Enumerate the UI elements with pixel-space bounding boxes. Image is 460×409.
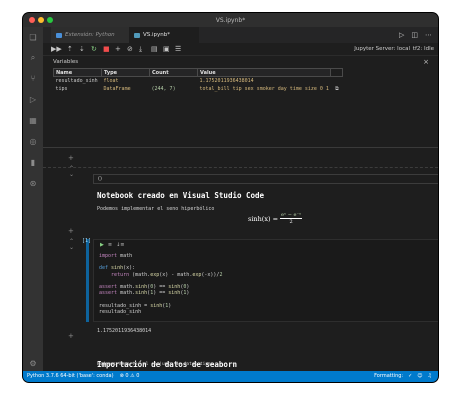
expand-chevron-icon[interactable]: ⌄ bbox=[69, 244, 74, 251]
code-editor[interactable]: import math def sinh(x): return (math.ex… bbox=[99, 253, 222, 315]
run-cell-icon[interactable]: ▶ bbox=[100, 242, 104, 248]
notebook-toolbar: ▶▶ ⇡ ⇣ ↻ ■ + ⊘ ⤓ ▤ ▣ ☰ Jupyter Server: l… bbox=[43, 43, 438, 56]
add-cell-icon[interactable]: + bbox=[68, 332, 74, 340]
var-count: (244, 7) bbox=[151, 85, 176, 92]
section-paragraph: Podemos importar el conjunto de datos ti… bbox=[97, 362, 211, 367]
var-value: 1.1752011936438014 bbox=[199, 77, 254, 84]
var-value: total_bill tip sex smoker day time size … bbox=[199, 85, 329, 92]
column-header[interactable]: Name bbox=[53, 68, 102, 77]
minimize-button[interactable] bbox=[38, 17, 44, 23]
variables-table: Name Type Count Value resultado_sinh flo… bbox=[53, 68, 344, 93]
tab-label: VS.ipynb* bbox=[143, 32, 171, 38]
extension-icon bbox=[56, 32, 62, 38]
notebook-icon bbox=[134, 32, 140, 38]
remote-icon[interactable]: ◎ bbox=[28, 137, 38, 147]
table-row[interactable]: resultado_sinh float 1.1752011936438014 bbox=[54, 77, 343, 85]
formula-numerator: eˣ − e⁻ˣ bbox=[280, 212, 303, 219]
open-data-viewer-icon[interactable]: ⧉ bbox=[331, 85, 343, 93]
code-cell[interactable]: ▶ ≡ ↓≡ 🗑 import math def sinh(x): return… bbox=[93, 239, 438, 322]
cell-toolbar: ▶ ≡ ↓≡ bbox=[100, 242, 124, 248]
execution-count: [1] bbox=[82, 238, 92, 244]
add-cell-icon[interactable]: + bbox=[115, 45, 121, 53]
var-action bbox=[331, 77, 343, 85]
variables-title: Variables bbox=[53, 59, 79, 65]
python-interpreter[interactable]: Python 3.7.6 64-bit ('base': conda) bbox=[27, 373, 114, 379]
var-count bbox=[150, 77, 198, 85]
vscode-window: VS.ipynb* ❏ ⌕ ⑂ ▷ ▦ ◎ ▮ ⊛ ⚙ Extensión: P… bbox=[23, 13, 438, 382]
outline-icon[interactable]: ☰ bbox=[175, 45, 181, 53]
source-control-icon[interactable]: ⑂ bbox=[28, 74, 38, 84]
column-header[interactable]: Count bbox=[149, 68, 198, 77]
export-icon[interactable]: ⤓ bbox=[139, 45, 142, 53]
problems-indicator[interactable]: ⊗ 0 ⚠ 0 bbox=[120, 373, 140, 379]
close-icon[interactable]: × bbox=[423, 58, 429, 66]
bookmark-icon[interactable]: ▮ bbox=[28, 158, 38, 168]
extensions-icon[interactable]: ▦ bbox=[28, 116, 38, 126]
interrupt-kernel-icon[interactable]: ■ bbox=[103, 45, 110, 53]
formula-fraction: eˣ − e⁻ˣ 2 bbox=[280, 212, 303, 225]
formatting-status[interactable]: Formatting: bbox=[374, 373, 403, 379]
window-title: VS.ipynb* bbox=[215, 16, 246, 24]
add-cell-icon[interactable]: + bbox=[68, 227, 74, 235]
add-cell-above-icon[interactable]: + bbox=[68, 154, 74, 162]
markdown-placeholder: () bbox=[98, 176, 102, 182]
search-icon[interactable]: ⌕ bbox=[28, 53, 38, 63]
table-header-row: Name Type Count Value bbox=[53, 68, 344, 77]
clear-outputs-icon[interactable]: ⊘ bbox=[127, 45, 133, 53]
restart-kernel-icon[interactable]: ↻ bbox=[91, 45, 97, 53]
markdown-paragraph: Podemos implementar el seno hiperbólico bbox=[97, 206, 215, 212]
active-cell-indicator bbox=[86, 239, 89, 322]
table-row[interactable]: tips DataFrame (244, 7) total_bill tip s… bbox=[54, 85, 343, 93]
variables-icon[interactable]: ▤ bbox=[151, 45, 158, 53]
run-icon[interactable]: ▷ bbox=[399, 31, 404, 39]
status-bar: Python 3.7.6 64-bit ('base': conda) ⊗ 0 … bbox=[23, 371, 438, 382]
run-above-icon[interactable]: ⇡ bbox=[67, 45, 73, 53]
run-below-icon[interactable]: ⇣ bbox=[79, 45, 85, 53]
save-icon[interactable]: ▣ bbox=[163, 45, 170, 53]
more-icon[interactable]: ⋯ bbox=[425, 31, 432, 39]
notebook-editor: + ⌃ ⌄ () 🗑 Notebook creado en Visual Stu… bbox=[43, 149, 438, 371]
kernel-status[interactable]: tf2: Idle bbox=[413, 46, 434, 52]
editor-actions: ▷ ◫ ⋯ bbox=[399, 31, 432, 39]
expand-chevron-icon[interactable]: ⌄ bbox=[69, 171, 74, 178]
feedback-icon[interactable]: ☺ bbox=[417, 373, 422, 379]
window-controls bbox=[29, 17, 53, 23]
tab-notebook[interactable]: VS.ipynb* bbox=[129, 27, 199, 43]
tab-bar: Extensión: Python VS.ipynb* ▷ ◫ ⋯ bbox=[43, 27, 438, 43]
timeline-icon[interactable]: ⊛ bbox=[28, 179, 38, 189]
formula: sinh(x) = eˣ − e⁻ˣ 2 bbox=[248, 212, 303, 225]
tab-label: Extensión: Python bbox=[65, 32, 115, 38]
notifications-bell-icon[interactable]: ♫ bbox=[428, 373, 432, 379]
var-type: float bbox=[103, 77, 119, 84]
cell-separator bbox=[43, 167, 438, 168]
markdown-heading: Notebook creado en Visual Studio Code bbox=[97, 191, 265, 200]
var-type: DataFrame bbox=[103, 85, 131, 92]
settings-gear-icon[interactable]: ⚙ bbox=[28, 359, 38, 369]
kernel-selector[interactable]: Jupyter Server: local bbox=[354, 46, 410, 52]
run-debug-icon[interactable]: ▷ bbox=[28, 95, 38, 105]
column-header[interactable]: Type bbox=[101, 68, 150, 77]
formula-denominator: 2 bbox=[289, 219, 293, 225]
var-name: resultado_sinh bbox=[55, 77, 98, 84]
formatting-check-icon[interactable]: ✓ bbox=[408, 373, 412, 379]
tab-extension-python[interactable]: Extensión: Python bbox=[51, 27, 129, 43]
explorer-icon[interactable]: ❏ bbox=[28, 33, 38, 43]
split-editor-icon[interactable]: ◫ bbox=[411, 31, 418, 39]
activity-bar: ❏ ⌕ ⑂ ▷ ▦ ◎ ▮ ⊛ ⚙ bbox=[23, 27, 43, 382]
var-name: tips bbox=[55, 85, 68, 92]
run-above-cell-icon[interactable]: ≡ bbox=[108, 242, 112, 248]
column-header[interactable]: Value bbox=[196, 68, 332, 77]
close-button[interactable] bbox=[29, 17, 35, 23]
run-all-icon[interactable]: ▶▶ bbox=[51, 45, 62, 53]
formula-left: sinh(x) = bbox=[248, 214, 279, 223]
variables-panel: Variables × Name Type Count Value result… bbox=[43, 56, 438, 148]
maximize-button[interactable] bbox=[47, 17, 53, 23]
run-below-cell-icon[interactable]: ↓≡ bbox=[116, 242, 124, 248]
column-header-empty bbox=[330, 68, 344, 77]
markdown-edit-box[interactable]: () bbox=[93, 174, 438, 184]
title-bar: VS.ipynb* bbox=[23, 13, 438, 27]
cell-output: 1.1752011936438014 bbox=[97, 328, 152, 334]
